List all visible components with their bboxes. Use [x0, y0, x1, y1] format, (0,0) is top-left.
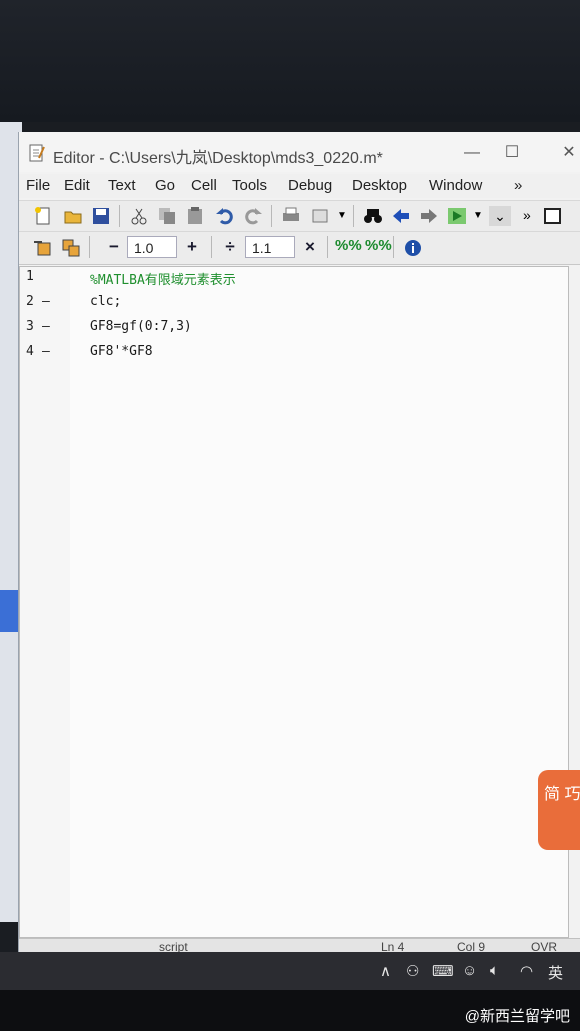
- insert-cell-icon[interactable]: [33, 238, 53, 258]
- watermark: @新西兰留学吧: [464, 1008, 570, 1025]
- close-button[interactable]: ✕: [556, 140, 580, 166]
- code-line[interactable]: 4 — GF8'*GF8: [20, 342, 560, 366]
- toolbar-separator: [393, 236, 394, 258]
- main-toolbar: ▼ ▼ ⌄ »: [19, 200, 580, 232]
- multiply-button[interactable]: ×: [299, 236, 321, 258]
- line-number: 3: [26, 319, 34, 334]
- menu-desktop[interactable]: Desktop: [352, 177, 407, 194]
- comment-icon[interactable]: %%: [335, 237, 362, 257]
- menu-debug[interactable]: Debug: [288, 177, 332, 194]
- toolbar-separator: [211, 236, 212, 258]
- code-text[interactable]: GF8=gf(0:7,3): [90, 319, 192, 334]
- forward-arrow-icon[interactable]: [419, 206, 439, 226]
- chevron-down-icon[interactable]: ▼: [337, 206, 357, 226]
- code-text[interactable]: %MATLBA有限域元素表示: [90, 269, 236, 288]
- toolbar-separator: [271, 205, 272, 227]
- document-icon: [29, 144, 45, 162]
- back-arrow-icon[interactable]: [391, 206, 411, 226]
- find-binoculars-icon[interactable]: [363, 206, 383, 226]
- line-number: 2: [26, 294, 34, 309]
- open-folder-icon[interactable]: [63, 206, 83, 226]
- paste-icon[interactable]: [185, 206, 205, 226]
- code-editor[interactable]: 1 %MATLBA有限域元素表示 2 — clc; 3 — GF8=gf(0:7…: [19, 266, 569, 938]
- keyboard-icon[interactable]: ⌨: [432, 962, 454, 980]
- toolbar-separator: [119, 205, 120, 227]
- code-text[interactable]: clc;: [90, 294, 121, 309]
- menu-text[interactable]: Text: [108, 177, 136, 194]
- save-icon[interactable]: [91, 206, 111, 226]
- dock-icon[interactable]: [543, 206, 563, 226]
- code-line[interactable]: 1 %MATLBA有限域元素表示: [20, 267, 560, 291]
- evaluate-cell-icon[interactable]: [61, 238, 81, 258]
- menu-tools[interactable]: Tools: [232, 177, 267, 194]
- new-file-icon[interactable]: [33, 206, 53, 226]
- wifi-icon[interactable]: ◠: [520, 962, 533, 980]
- increment-button[interactable]: +: [181, 236, 203, 258]
- taskbar: ∧ ⚇ ⌨ ☺ 🔈︎ ◠ 英: [0, 952, 580, 992]
- breakpoint-marker[interactable]: —: [42, 319, 50, 334]
- toolbar-separator: [353, 205, 354, 227]
- redo-icon[interactable]: [243, 206, 263, 226]
- code-line[interactable]: 2 — clc;: [20, 292, 560, 316]
- uncomment-icon[interactable]: %%: [365, 237, 392, 257]
- cell-toolbar: − 1.0 + ÷ 1.1 × %% %%: [19, 232, 580, 265]
- editor-window: Editor - C:\Users\九岚\Desktop\mds3_0220.m…: [18, 132, 580, 955]
- menu-cell[interactable]: Cell: [191, 177, 217, 194]
- toolbar-separator: [89, 236, 90, 258]
- divide-value-field[interactable]: 1.1: [245, 236, 295, 258]
- screen-bezel-top: [0, 0, 580, 122]
- info-icon[interactable]: [403, 238, 423, 258]
- chevron-up-icon[interactable]: ∧: [380, 962, 391, 980]
- menu-bar: File Edit Text Go Cell Tools Debug Deskt…: [19, 174, 580, 198]
- menu-overflow[interactable]: »: [514, 177, 522, 194]
- widget-label: 简 巧: [544, 786, 580, 803]
- toolbar-overflow-icon[interactable]: »: [523, 206, 543, 226]
- window-title: Editor - C:\Users\九岚\Desktop\mds3_0220.m…: [53, 150, 383, 167]
- print-icon[interactable]: [281, 206, 301, 226]
- maximize-button[interactable]: ☐: [499, 140, 525, 166]
- decrement-button[interactable]: −: [103, 236, 125, 258]
- decrement-value-field[interactable]: 1.0: [127, 236, 177, 258]
- minimize-button[interactable]: —: [459, 140, 485, 166]
- divide-button[interactable]: ÷: [219, 236, 241, 258]
- menu-window[interactable]: Window: [429, 177, 482, 194]
- volume-icon[interactable]: 🔈︎: [490, 962, 499, 979]
- file-list-icon[interactable]: [311, 206, 331, 226]
- code-text[interactable]: GF8'*GF8: [90, 344, 153, 359]
- copy-icon[interactable]: [157, 206, 177, 226]
- breakpoint-marker[interactable]: —: [42, 344, 50, 359]
- code-line[interactable]: 3 — GF8=gf(0:7,3): [20, 317, 560, 341]
- network-icon[interactable]: ⚇: [406, 962, 419, 980]
- menu-file[interactable]: File: [26, 177, 50, 194]
- app-tray-icon[interactable]: ☺: [462, 962, 477, 979]
- menu-edit[interactable]: Edit: [64, 177, 90, 194]
- run-icon[interactable]: [447, 206, 467, 226]
- toolbar-separator: [327, 236, 328, 258]
- cut-icon[interactable]: [129, 206, 149, 226]
- line-number-gutter: [20, 267, 70, 937]
- title-bar: Editor - C:\Users\九岚\Desktop\mds3_0220.m…: [19, 132, 580, 172]
- input-method-indicator[interactable]: 英: [548, 962, 563, 983]
- line-number: 4: [26, 344, 34, 359]
- chevron-down-icon[interactable]: ⌄: [489, 206, 511, 226]
- menu-go[interactable]: Go: [155, 177, 175, 194]
- undo-icon[interactable]: [215, 206, 235, 226]
- breakpoint-marker[interactable]: —: [42, 294, 50, 309]
- line-number: 1: [26, 269, 34, 284]
- floating-widget[interactable]: 简 巧: [538, 770, 580, 850]
